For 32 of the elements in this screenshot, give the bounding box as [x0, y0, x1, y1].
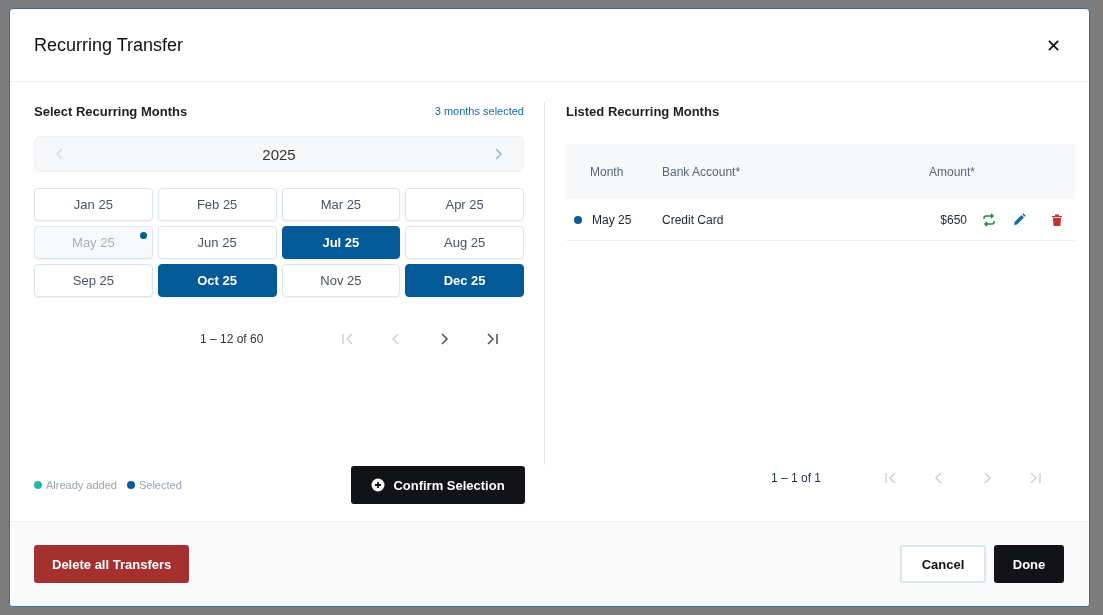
done-button[interactable]: Done — [994, 545, 1064, 583]
month-button[interactable]: Oct 25 — [157, 264, 277, 297]
confirm-selection-button[interactable]: Confirm Selection — [351, 466, 525, 504]
month-button[interactable]: Jul 25 — [281, 226, 401, 259]
legend-label: Selected — [138, 479, 182, 491]
month-button[interactable]: Jun 25 — [157, 226, 277, 259]
column-header: Bank Account* — [662, 164, 742, 179]
selection-count: 3 months selected — [434, 105, 524, 117]
table-cell-text: Credit Card — [662, 212, 725, 227]
delete-all-button[interactable]: Delete all Transfers — [34, 545, 190, 583]
table-cell-text: $650 — [939, 212, 967, 227]
close-button[interactable]: ✕ — [1041, 32, 1065, 58]
pagination-range: 1 – 12 of 60 — [200, 332, 264, 346]
plus-icon — [371, 478, 386, 492]
table-cell-text: May 25 — [591, 212, 633, 227]
month-button[interactable]: Jan 25 — [34, 188, 153, 221]
month-button[interactable]: Nov 25 — [281, 264, 401, 297]
month-button[interactable]: Sep 25 — [34, 264, 153, 297]
dialog-title: Recurring Transfer — [34, 34, 184, 56]
pagination-range: 1 – 1 of 1 — [771, 471, 822, 485]
legend-label: Already added — [46, 479, 117, 491]
column-header: Amount* — [929, 164, 977, 179]
month-button[interactable]: Dec 25 — [405, 264, 524, 297]
month-button[interactable]: Mar 25 — [281, 188, 401, 221]
year-label: 2025 — [262, 145, 296, 163]
section-title: Listed Recurring Months — [566, 103, 720, 119]
section-title: Select Recurring Months — [34, 103, 188, 119]
cancel-button[interactable]: Cancel — [900, 545, 986, 583]
column-header: Month — [590, 164, 625, 179]
month-button[interactable]: Aug 25 — [405, 226, 524, 259]
month-button[interactable]: Apr 25 — [405, 188, 524, 221]
month-button[interactable]: Feb 25 — [157, 188, 277, 221]
